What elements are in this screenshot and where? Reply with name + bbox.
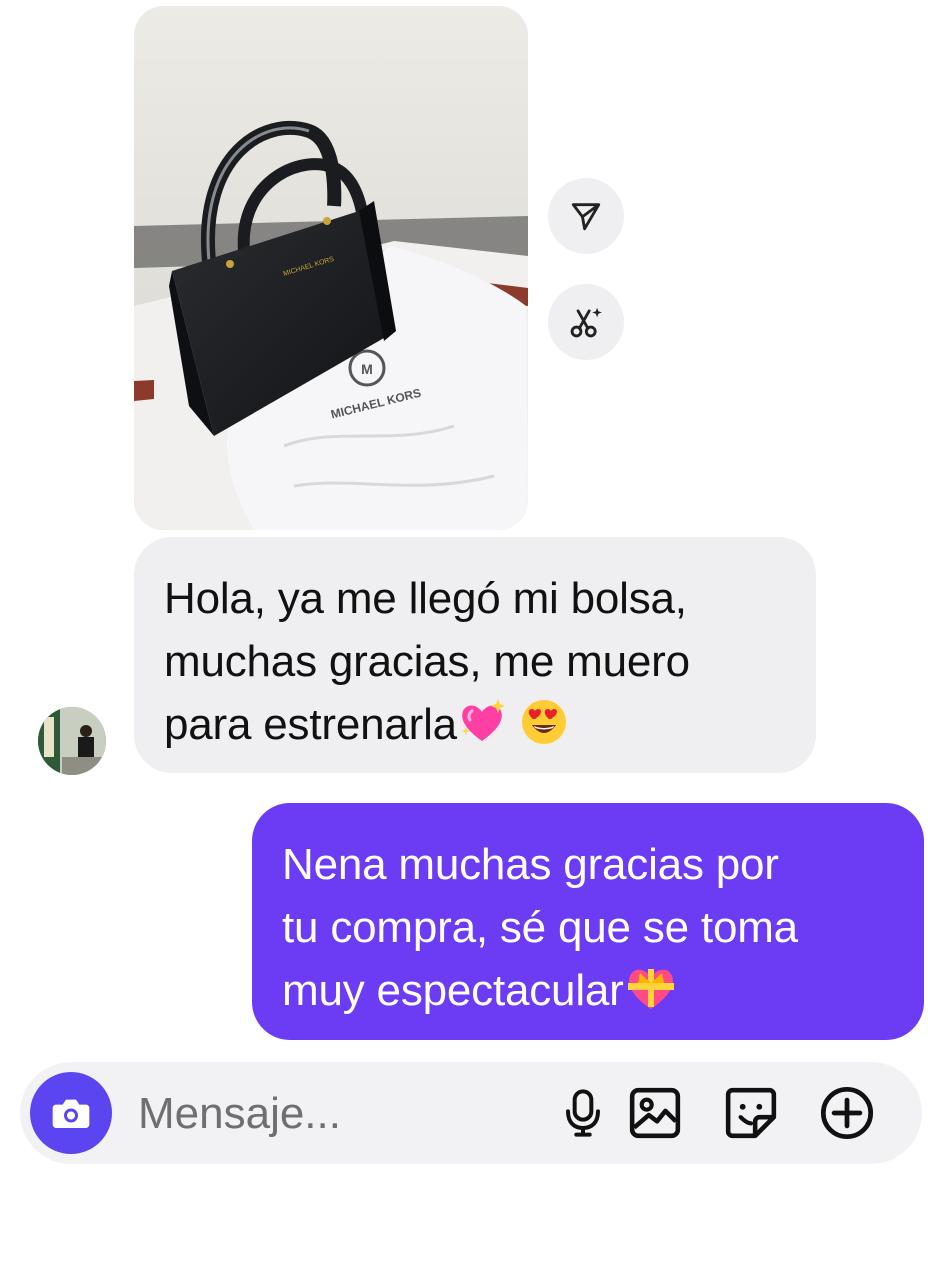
- outgoing-line-1: Nena muchas gracias por: [282, 840, 779, 889]
- outgoing-message[interactable]: Nena muchas gracias por tu compra, sé qu…: [252, 803, 924, 1040]
- plus-circle-icon: [820, 1086, 874, 1140]
- heart-with-ribbon-emoji: [627, 969, 674, 1009]
- incoming-line-1: Hola, ya me llegó mi bolsa,: [164, 574, 687, 623]
- camera-button[interactable]: [30, 1072, 112, 1154]
- incoming-line-3-text: para estrenarla: [164, 700, 457, 749]
- incoming-message[interactable]: Hola, ya me llegó mi bolsa, muchas graci…: [134, 537, 816, 773]
- camera-icon: [52, 1099, 90, 1128]
- sticker-icon: [725, 1087, 777, 1139]
- scissors-sparkle-icon: [570, 307, 602, 338]
- gallery-icon: [629, 1087, 681, 1139]
- svg-text:M: M: [361, 361, 373, 377]
- microphone-icon: [566, 1089, 600, 1137]
- sticker-button[interactable]: [720, 1082, 782, 1144]
- outgoing-line-2: tu compra, sé que se toma: [282, 903, 798, 952]
- incoming-line-3: para estrenarla: [164, 693, 786, 756]
- gallery-button[interactable]: [624, 1082, 686, 1144]
- photo-message[interactable]: M MICHAEL KORS MICHAEL KORS: [134, 6, 528, 530]
- microphone-button[interactable]: [552, 1082, 614, 1144]
- outgoing-line-3: muy espectacular: [282, 959, 894, 1022]
- paper-plane-icon: [571, 203, 601, 231]
- sparkling-heart-emoji: [461, 699, 505, 741]
- message-input[interactable]: [136, 1086, 530, 1142]
- edit-photo-button[interactable]: [548, 284, 624, 360]
- incoming-line-2: muchas gracias, me muero: [164, 637, 690, 686]
- share-button[interactable]: [548, 178, 624, 254]
- add-button[interactable]: [816, 1082, 878, 1144]
- heart-eyes-emoji: [521, 700, 566, 744]
- handbag-photo: M MICHAEL KORS MICHAEL KORS: [134, 6, 528, 530]
- message-composer: [20, 1062, 922, 1164]
- avatar[interactable]: [38, 707, 106, 775]
- outgoing-line-3-text: muy espectacular: [282, 966, 624, 1015]
